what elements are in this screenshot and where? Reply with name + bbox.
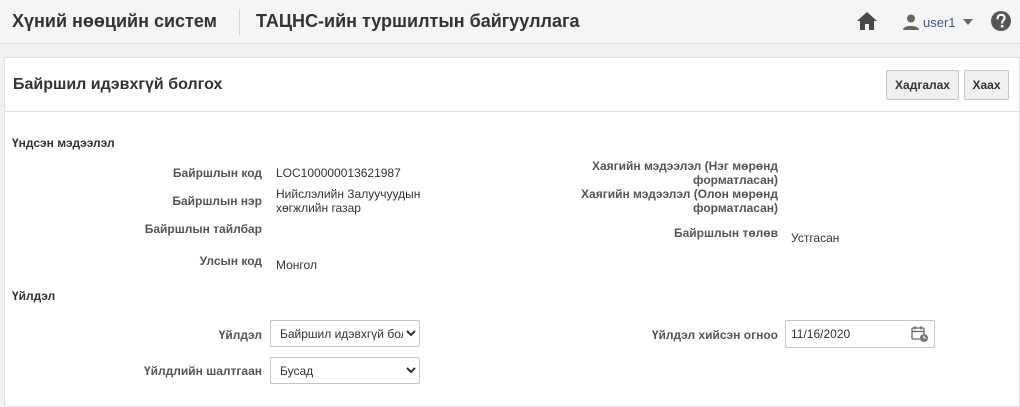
country-code-label: Улсын код — [199, 254, 262, 268]
action-label: Үйлдэл — [218, 328, 262, 342]
location-description-label: Байршлын тайлбар — [144, 222, 262, 236]
address-single-line-label: Хаягийн мэдээлэл (Нэг мөрөнд форматласан… — [540, 159, 778, 187]
action-date-label: Үйлдэл хийсэн огноо — [651, 328, 778, 342]
action-reason-select[interactable]: Бусад — [270, 357, 420, 384]
home-icon — [857, 12, 877, 30]
home-button[interactable] — [856, 11, 878, 31]
action-date-input[interactable] — [786, 321, 906, 347]
basic-info-section-title: Үндсэн мэдээлэл — [12, 136, 115, 150]
page-title: Байршил идэвхгүй болгох — [13, 76, 223, 93]
country-code-value: Монгол — [276, 258, 317, 272]
calendar-icon — [911, 326, 928, 342]
address-single-line-label-2: форматласан) — [693, 173, 778, 187]
location-name-value-line1: Нийслэлийн Залуучуудын — [276, 187, 421, 201]
close-button[interactable]: Хаах — [964, 70, 1009, 100]
address-multi-line-label-1: Хаягийн мэдээлэл (Олон мөрөнд — [581, 187, 778, 201]
panel-divider — [4, 111, 1020, 112]
location-status-value: Устгасан — [791, 231, 840, 245]
help-button[interactable] — [990, 10, 1012, 32]
location-code-value: LOC100000013621987 — [276, 166, 401, 180]
address-multi-line-label: Хаягийн мэдээлэл (Олон мөрөнд форматласа… — [540, 187, 778, 215]
location-name-label: Байршлын нэр — [172, 194, 262, 208]
action-section-title: Үйлдэл — [12, 289, 56, 303]
action-date-field — [785, 320, 935, 348]
location-name-value: Нийслэлийн Залуучуудын хөгжлийн газар — [276, 187, 420, 215]
app-header: Хүний нөөцийн систем ТАЦНС-ийн туршилтын… — [0, 0, 1020, 44]
help-icon — [991, 11, 1011, 31]
user-name: user1 — [923, 14, 956, 30]
location-code-label: Байршлын код — [172, 166, 262, 180]
location-name-value-line2: хөгжлийн газар — [276, 201, 361, 215]
caret-down-icon — [962, 19, 973, 25]
location-status-label: Байршлын төлөв — [674, 226, 778, 240]
save-button[interactable]: Хадгалах — [886, 70, 959, 100]
user-icon — [903, 14, 919, 30]
address-single-line-label-1: Хаягийн мэдээлэл (Нэг мөрөнд — [591, 159, 778, 173]
header-divider — [239, 9, 240, 35]
user-menu[interactable]: user1 — [902, 11, 973, 33]
calendar-button[interactable] — [911, 325, 929, 343]
organization-title: ТАЦНС-ийн туршилтын байгууллага — [256, 11, 580, 31]
action-reason-label: Үйлдлийн шалтгаан — [143, 364, 262, 378]
address-multi-line-label-2: форматласан) — [693, 201, 778, 215]
action-select[interactable]: Байршил идэвхгүй болгох — [270, 320, 420, 347]
app-title: Хүний нөөцийн систем — [12, 11, 217, 31]
